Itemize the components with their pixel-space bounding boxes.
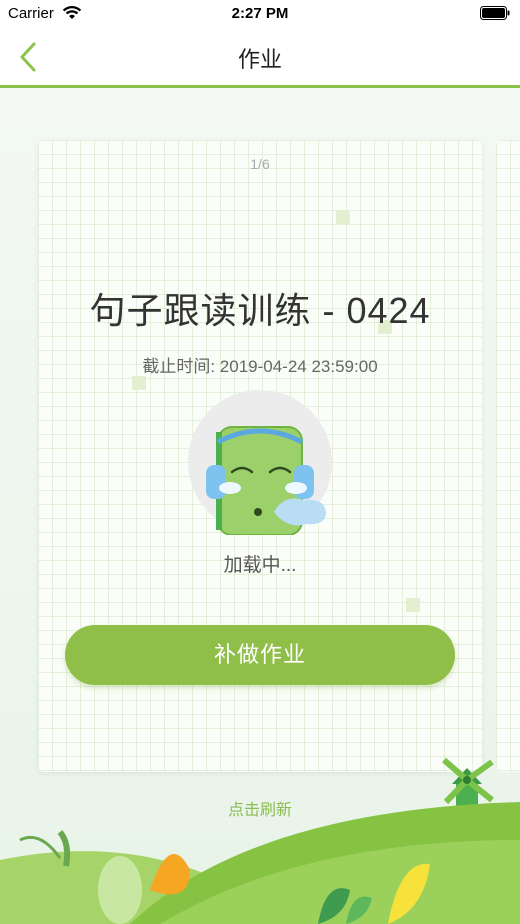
refresh-link[interactable]: 点击刷新 [0, 796, 520, 820]
mascot-loading-icon [188, 390, 332, 535]
homework-card[interactable]: 1/6 句子跟读训练 - 0424 截止时间: 2019-04-24 23:59… [38, 140, 482, 772]
makeup-homework-button[interactable]: 补做作业 [65, 625, 455, 685]
homework-title: 句子跟读训练 - 0424 [89, 290, 431, 331]
clock: 2:27 PM [231, 5, 289, 22]
decor-square [406, 598, 420, 612]
page-indicator: 1/6 [250, 156, 270, 172]
status-bar: Carrier 2:27 PM [0, 0, 520, 28]
decor-square [336, 210, 350, 224]
nav-bar: 作业 [0, 28, 520, 88]
next-card-peek[interactable] [496, 140, 520, 772]
decor-square [132, 376, 146, 390]
deadline-text: 截止时间: 2019-04-24 23:59:00 [142, 357, 378, 376]
loading-text: 加载中... [223, 555, 297, 576]
page-title: 作业 [237, 47, 282, 72]
hills-scenery-illustration [0, 757, 520, 924]
battery-icon [480, 6, 510, 20]
